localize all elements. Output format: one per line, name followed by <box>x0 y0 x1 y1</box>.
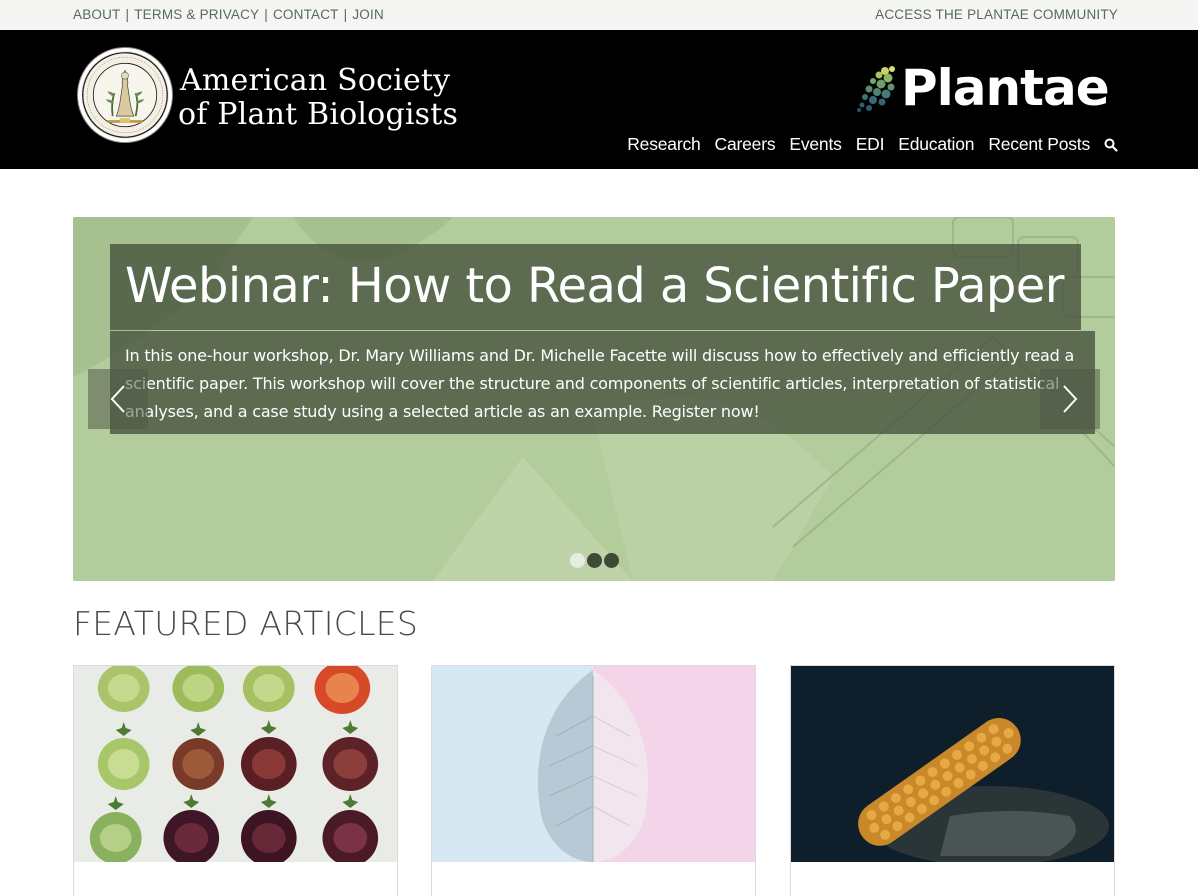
society-name-line1: American Society <box>180 63 451 98</box>
article-card[interactable] <box>431 665 756 896</box>
hero-title-box: Webinar: How to Read a Scientific Paper <box>110 244 1081 330</box>
utility-separator: | <box>264 7 268 22</box>
society-name-line2: of Plant Biologists <box>178 97 459 132</box>
hero-description-box: In this one-hour workshop, Dr. Mary Will… <box>110 331 1095 434</box>
nav-events[interactable]: Events <box>789 134 842 155</box>
nav-edi[interactable]: EDI <box>856 134 885 155</box>
contact-link[interactable]: CONTACT <box>273 7 339 22</box>
chevron-left-icon <box>110 385 125 413</box>
utility-bar: ABOUT | TERMS & PRIVACY | CONTACT | JOIN… <box>0 0 1198 30</box>
hero-description: In this one-hour workshop, Dr. Mary Will… <box>125 346 1075 421</box>
slider-dot-2[interactable] <box>587 553 602 568</box>
article-card[interactable] <box>790 665 1115 896</box>
plantae-wordmark: Plantae <box>901 59 1110 117</box>
featured-articles-heading: FEATURED ARTICLES <box>73 604 419 643</box>
slider-prev-button[interactable] <box>88 369 148 429</box>
plantae-logo[interactable]: Plantae <box>855 59 1110 117</box>
nav-recent-posts[interactable]: Recent Posts <box>988 134 1090 155</box>
nav-careers[interactable]: Careers <box>715 134 776 155</box>
leaf-two-tone-image[interactable] <box>432 666 755 862</box>
corn-cob-image[interactable] <box>791 666 1114 862</box>
join-link[interactable]: JOIN <box>352 7 384 22</box>
society-name-logo[interactable]: American Society of Plant Biologists <box>178 63 459 132</box>
main-nav: Research Careers Events EDI Education Re… <box>613 134 1118 155</box>
chevron-right-icon <box>1063 385 1078 413</box>
plantae-community-link[interactable]: ACCESS THE PLANTAE COMMUNITY <box>875 7 1118 22</box>
tomato-slices-image[interactable] <box>74 666 397 862</box>
aspb-seal-logo[interactable] <box>78 48 172 142</box>
search-icon[interactable] <box>1104 138 1118 152</box>
utility-links: ABOUT | TERMS & PRIVACY | CONTACT | JOIN <box>73 7 384 22</box>
utility-separator: | <box>343 7 348 22</box>
slider-next-button[interactable] <box>1040 369 1100 429</box>
seal-icon <box>82 52 168 138</box>
plantae-dots-icon <box>857 66 895 112</box>
slider-dot-3[interactable] <box>604 553 619 568</box>
hero-slider: Webinar: How to Read a Scientific Paper … <box>73 217 1115 581</box>
article-card[interactable] <box>73 665 398 896</box>
slider-dot-1[interactable] <box>570 553 585 568</box>
terms-privacy-link[interactable]: TERMS & PRIVACY <box>134 7 259 22</box>
utility-separator: | <box>125 7 130 22</box>
hero-title[interactable]: Webinar: How to Read a Scientific Paper <box>125 256 1064 316</box>
site-header: American Society of Plant Biologists Pla… <box>0 30 1198 169</box>
about-link[interactable]: ABOUT <box>73 7 121 22</box>
slider-dots <box>570 553 619 568</box>
nav-education[interactable]: Education <box>898 134 974 155</box>
nav-research[interactable]: Research <box>627 134 700 155</box>
